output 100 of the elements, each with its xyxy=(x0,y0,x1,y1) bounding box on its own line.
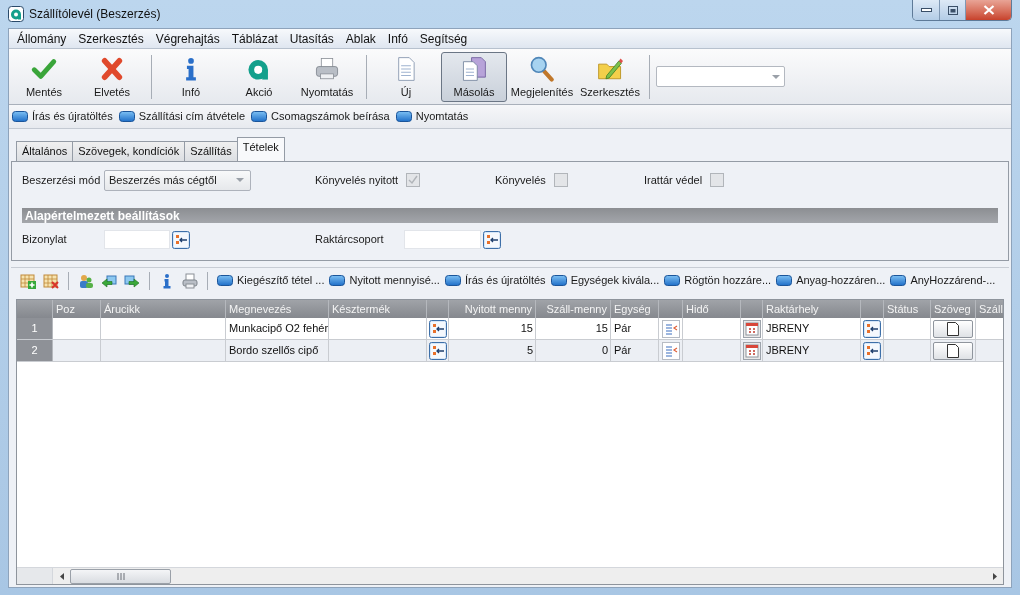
menu-item[interactable]: Végrehajtás xyxy=(149,29,226,48)
arrow-right-icon[interactable] xyxy=(124,272,140,289)
toolbar-button[interactable]: Másolás xyxy=(441,51,507,102)
menu-item[interactable]: Szerkesztés xyxy=(72,29,150,48)
pill-icon xyxy=(251,111,268,122)
action-button[interactable]: Csomagszámok beírása xyxy=(251,108,390,125)
page-icon xyxy=(947,321,959,336)
table-cell-text: JBRENY xyxy=(766,343,810,359)
toolbar-button[interactable]: Új xyxy=(373,51,439,102)
pill-icon xyxy=(664,275,681,286)
close-icon xyxy=(982,5,995,15)
pill-icon xyxy=(329,275,346,286)
tab[interactable]: Általános xyxy=(16,141,74,161)
table-cell-text: Munkacipő O2 fehér xyxy=(229,321,329,337)
table-cell-text: 0 xyxy=(601,343,608,359)
checkbox-label: Könyvelés nyitott xyxy=(315,172,399,188)
checkbox-label: Könyvelés xyxy=(495,172,546,188)
action-button[interactable]: Kiegészítő tétel ... xyxy=(217,272,325,289)
users-icon[interactable] xyxy=(78,272,94,289)
maximize-button[interactable] xyxy=(940,0,966,20)
row-number: 1 xyxy=(31,321,38,337)
table-add-icon[interactable] xyxy=(20,272,36,289)
menu-item[interactable]: Utasítás xyxy=(283,29,340,48)
table-cell-text: Pár xyxy=(614,321,632,337)
page-icon xyxy=(947,343,959,358)
close-button[interactable] xyxy=(966,0,1011,20)
table-delete-icon[interactable] xyxy=(43,272,59,289)
toolbar-button[interactable]: Mentés xyxy=(11,51,77,102)
pill-icon xyxy=(890,275,907,286)
menu-item[interactable]: Állomány xyxy=(11,29,73,48)
lookup-icon[interactable] xyxy=(428,341,447,360)
scroll-right-icon xyxy=(992,572,997,580)
input-field[interactable] xyxy=(404,230,481,249)
list-icon[interactable] xyxy=(661,319,680,338)
toolbar-button[interactable]: Elvetés xyxy=(79,51,145,102)
arrow-left-icon[interactable] xyxy=(101,272,117,289)
toolbar-button[interactable]: Szerkesztés xyxy=(577,51,643,102)
lookup-icon[interactable] xyxy=(428,319,447,338)
caret-icon xyxy=(236,178,244,182)
menu-item[interactable]: Infó xyxy=(381,29,414,48)
list-icon[interactable] xyxy=(661,341,680,360)
action-button[interactable]: Egységek kivála... xyxy=(550,272,660,289)
lookup-icon[interactable] xyxy=(483,230,501,249)
tab[interactable]: Szállítás xyxy=(184,141,238,161)
tab[interactable]: Tételek xyxy=(236,137,285,161)
window-title: Szállítólevél (Beszerzés) xyxy=(29,6,161,23)
pill-icon xyxy=(776,275,793,286)
action-button[interactable]: AnyHozzárend-... xyxy=(890,272,996,289)
menu-item[interactable]: Segítség xyxy=(413,29,474,48)
text-button[interactable] xyxy=(933,319,973,338)
tab[interactable]: Szövegek, kondíciók xyxy=(72,141,186,161)
pill-icon xyxy=(444,275,461,286)
action-button[interactable]: Anyag-hozzáren... xyxy=(776,272,886,289)
menu-item[interactable]: Ablak xyxy=(339,29,382,48)
scroll-thumb[interactable] xyxy=(70,568,171,584)
minimize-button[interactable] xyxy=(913,0,940,20)
checkbox-label: Irattár védel xyxy=(644,172,703,188)
minimize-icon xyxy=(920,8,932,12)
app-logo-icon xyxy=(8,6,24,22)
calendar-icon[interactable] xyxy=(742,319,761,338)
table-cell-text: Bordo szellős cipő xyxy=(229,343,319,359)
action-button[interactable]: Nyomtatás xyxy=(395,108,469,125)
lookup-icon[interactable] xyxy=(172,230,190,249)
section-header: Alapértelmezett beállítások xyxy=(22,208,998,223)
pill-icon xyxy=(118,111,135,122)
pill-icon xyxy=(395,111,412,122)
toolbar-button[interactable]: Megjelenítés xyxy=(509,51,575,102)
check-icon xyxy=(408,175,419,185)
table-cell-text: 15 xyxy=(520,321,533,337)
toolbar-button[interactable]: Nyomtatás xyxy=(294,51,360,102)
calendar-icon[interactable] xyxy=(742,341,761,360)
table-row[interactable]: 1 Munkacipő O2 fehér 15 15 Pár JBRENY xyxy=(17,318,1003,340)
magnifier-icon xyxy=(528,55,556,82)
pill-icon xyxy=(217,275,233,286)
field-label: Bizonylat xyxy=(22,232,68,248)
field-label: Raktárcsoport xyxy=(315,232,385,248)
table-row[interactable]: 2 Bordo szellős cipő 5 0 Pár JBRENY xyxy=(17,340,1003,362)
toolbar-button[interactable]: Infó xyxy=(158,51,224,102)
table-cell-text: 15 xyxy=(595,321,608,337)
caret-icon xyxy=(772,74,780,79)
printer-icon[interactable] xyxy=(182,272,198,289)
action-button[interactable]: Írás és újratöltés xyxy=(12,108,113,125)
action-button[interactable]: Nyitott mennyisé... xyxy=(329,272,440,289)
action-button[interactable]: Szállítási cím átvétele xyxy=(118,108,246,125)
dropdown-field[interactable] xyxy=(656,66,785,87)
restore-icon xyxy=(947,5,958,15)
table-cell-text: 5 xyxy=(526,343,533,359)
action-button[interactable]: Írás és újratöltés xyxy=(444,272,546,289)
action-button[interactable]: Rögtön hozzáre... xyxy=(664,272,772,289)
lookup-icon[interactable] xyxy=(863,341,881,360)
menu-item[interactable]: Táblázat xyxy=(225,29,284,48)
purchase-mode-dropdown[interactable]: Beszerzés más cégtől xyxy=(104,169,251,191)
text-button[interactable] xyxy=(933,341,973,360)
input-field[interactable] xyxy=(104,230,170,249)
printer-icon xyxy=(313,55,341,82)
horizontal-scrollbar[interactable] xyxy=(53,568,1003,584)
row-number: 2 xyxy=(31,343,38,359)
toolbar-button[interactable]: Akció xyxy=(226,51,292,102)
lookup-icon[interactable] xyxy=(863,319,881,338)
pill-icon xyxy=(12,111,28,122)
